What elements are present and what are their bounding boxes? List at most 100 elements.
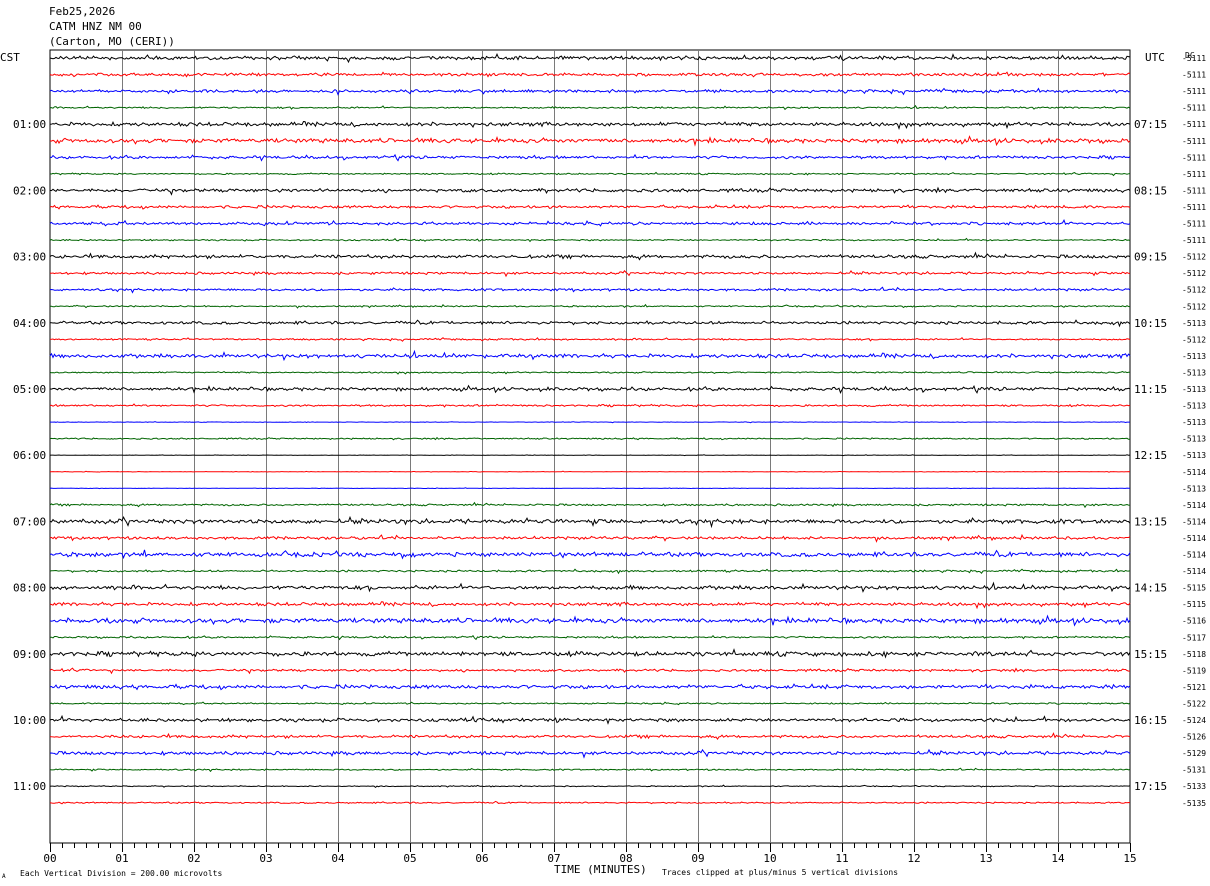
- x-tick-label: 15: [1123, 852, 1136, 865]
- dc-offset-label: -5119: [1182, 666, 1206, 675]
- trace-line: [49, 601, 1131, 610]
- trace-line: [50, 421, 1130, 424]
- trace-line: [49, 515, 1131, 529]
- dc-offset-label: -5113: [1182, 418, 1206, 427]
- dc-header-label: DC: [1185, 51, 1195, 60]
- dc-offset-label: -5111: [1182, 104, 1206, 113]
- dc-offset-label: -5121: [1182, 683, 1206, 692]
- dc-offset-label: -5135: [1182, 799, 1206, 808]
- trace-line: [49, 732, 1131, 740]
- right-hour-label: 12:15: [1134, 449, 1167, 462]
- x-tick-label: 10: [763, 852, 776, 865]
- trace-line: [49, 403, 1131, 408]
- trace-line: [49, 204, 1131, 210]
- trace-line: [49, 714, 1131, 725]
- trace-line: [49, 614, 1131, 627]
- trace-line: [49, 87, 1130, 96]
- trace-line: [49, 349, 1131, 362]
- trace-line: [49, 370, 1131, 375]
- dc-offset-label: -5111: [1182, 186, 1206, 195]
- dc-offset-label: -5129: [1182, 749, 1206, 758]
- dc-offset-label: -5126: [1182, 733, 1206, 742]
- right-timezone-label: UTC: [1145, 51, 1165, 64]
- dc-offset-label: -5112: [1182, 335, 1206, 344]
- right-hour-label: 13:15: [1134, 515, 1167, 528]
- right-hour-label: 15:15: [1134, 648, 1167, 661]
- right-hour-label: 07:15: [1134, 118, 1167, 131]
- x-tick-label: 04: [331, 852, 345, 865]
- dc-offset-label: -5114: [1182, 501, 1206, 510]
- trace-line: [49, 270, 1131, 278]
- dc-offset-label: -5113: [1182, 402, 1206, 411]
- left-hour-label: 10:00: [13, 714, 46, 727]
- trace-line: [49, 135, 1131, 147]
- trace-line: [49, 237, 1131, 243]
- dc-offset-label: -5111: [1182, 137, 1206, 146]
- trace-line: [49, 784, 1131, 789]
- x-tick-label: 06: [475, 852, 488, 865]
- dc-offset-label: -5111: [1182, 87, 1206, 96]
- trace-line: [49, 701, 1131, 706]
- dc-offset-label: -5113: [1182, 319, 1206, 328]
- left-hour-label: 01:00: [13, 118, 46, 131]
- trace-line: [49, 470, 1131, 473]
- trace-line: [49, 501, 1131, 509]
- x-tick-label: 00: [43, 852, 56, 865]
- chart-grid: [49, 49, 1131, 852]
- trace-line: [49, 533, 1131, 543]
- dc-offset-label: -5116: [1182, 617, 1206, 626]
- trace-line: [49, 648, 1131, 659]
- trace-line: [49, 251, 1131, 261]
- dc-offset-label: -5117: [1182, 633, 1206, 642]
- x-tick-label: 13: [979, 852, 992, 865]
- x-tick-label: 05: [403, 852, 416, 865]
- left-hour-label: 04:00: [13, 317, 46, 330]
- dc-offset-label: -5114: [1182, 534, 1206, 543]
- trace-line: [50, 303, 1131, 309]
- left-timezone-label: CST: [0, 51, 20, 64]
- trace-line: [49, 120, 1131, 131]
- trace-line: [49, 683, 1131, 691]
- dc-offset-label: -5122: [1182, 699, 1206, 708]
- trace-line: [49, 219, 1131, 227]
- dc-offset-label: -5113: [1182, 435, 1206, 444]
- x-tick-label: 11: [835, 852, 848, 865]
- dc-offset-label: -5113: [1182, 352, 1206, 361]
- left-hour-label: 11:00: [13, 780, 46, 793]
- helicorder-chart: -5111 -5111 -5111 -5111 -5111 -5111 -5111 -5111…: [0, 49, 1206, 880]
- dc-offset-label: -5112: [1182, 253, 1206, 262]
- left-hour-label: 06:00: [13, 449, 46, 462]
- trace-line: [49, 384, 1131, 395]
- dc-offset-label: -5112: [1182, 269, 1206, 278]
- trace-line: [49, 667, 1131, 675]
- right-hour-label: 14:15: [1134, 582, 1167, 595]
- right-hour-label: 09:15: [1134, 251, 1167, 264]
- x-tick-label: 02: [187, 852, 200, 865]
- trace-line: [49, 436, 1130, 441]
- x-tick-label: 14: [1051, 852, 1065, 865]
- dc-offset-label: -5115: [1182, 600, 1206, 609]
- dc-offset-label: -5114: [1182, 517, 1206, 526]
- trace-line: [49, 549, 1131, 560]
- trace-line: [49, 71, 1131, 78]
- dc-offset-label: -5111: [1182, 236, 1206, 245]
- trace-line: [49, 748, 1131, 759]
- trace-line: [49, 153, 1131, 162]
- dc-offset-label: -5131: [1182, 766, 1206, 775]
- dc-offset-label: -5114: [1182, 468, 1206, 477]
- dc-offset-label: -5118: [1182, 650, 1206, 659]
- dc-offset-label: -5114: [1182, 551, 1206, 560]
- chart-labels: -5111 -5111 -5111 -5111 -5111 -5111 -5111 -5111…: [0, 51, 1206, 880]
- x-tick-label: 01: [115, 852, 128, 865]
- dc-offset-label: -5113: [1182, 451, 1206, 460]
- trace-line: [49, 52, 1131, 64]
- trace-line: [49, 286, 1131, 294]
- dc-offset-label: -5111: [1182, 120, 1206, 129]
- x-tick-label: 12: [907, 852, 920, 865]
- dc-offset-label: -5114: [1182, 567, 1206, 576]
- dc-offset-label: -5113: [1182, 385, 1206, 394]
- trace-line: [49, 581, 1131, 593]
- right-hour-label: 10:15: [1134, 317, 1167, 330]
- x-tick-label: 03: [259, 852, 272, 865]
- dc-offset-label: -5111: [1182, 71, 1206, 80]
